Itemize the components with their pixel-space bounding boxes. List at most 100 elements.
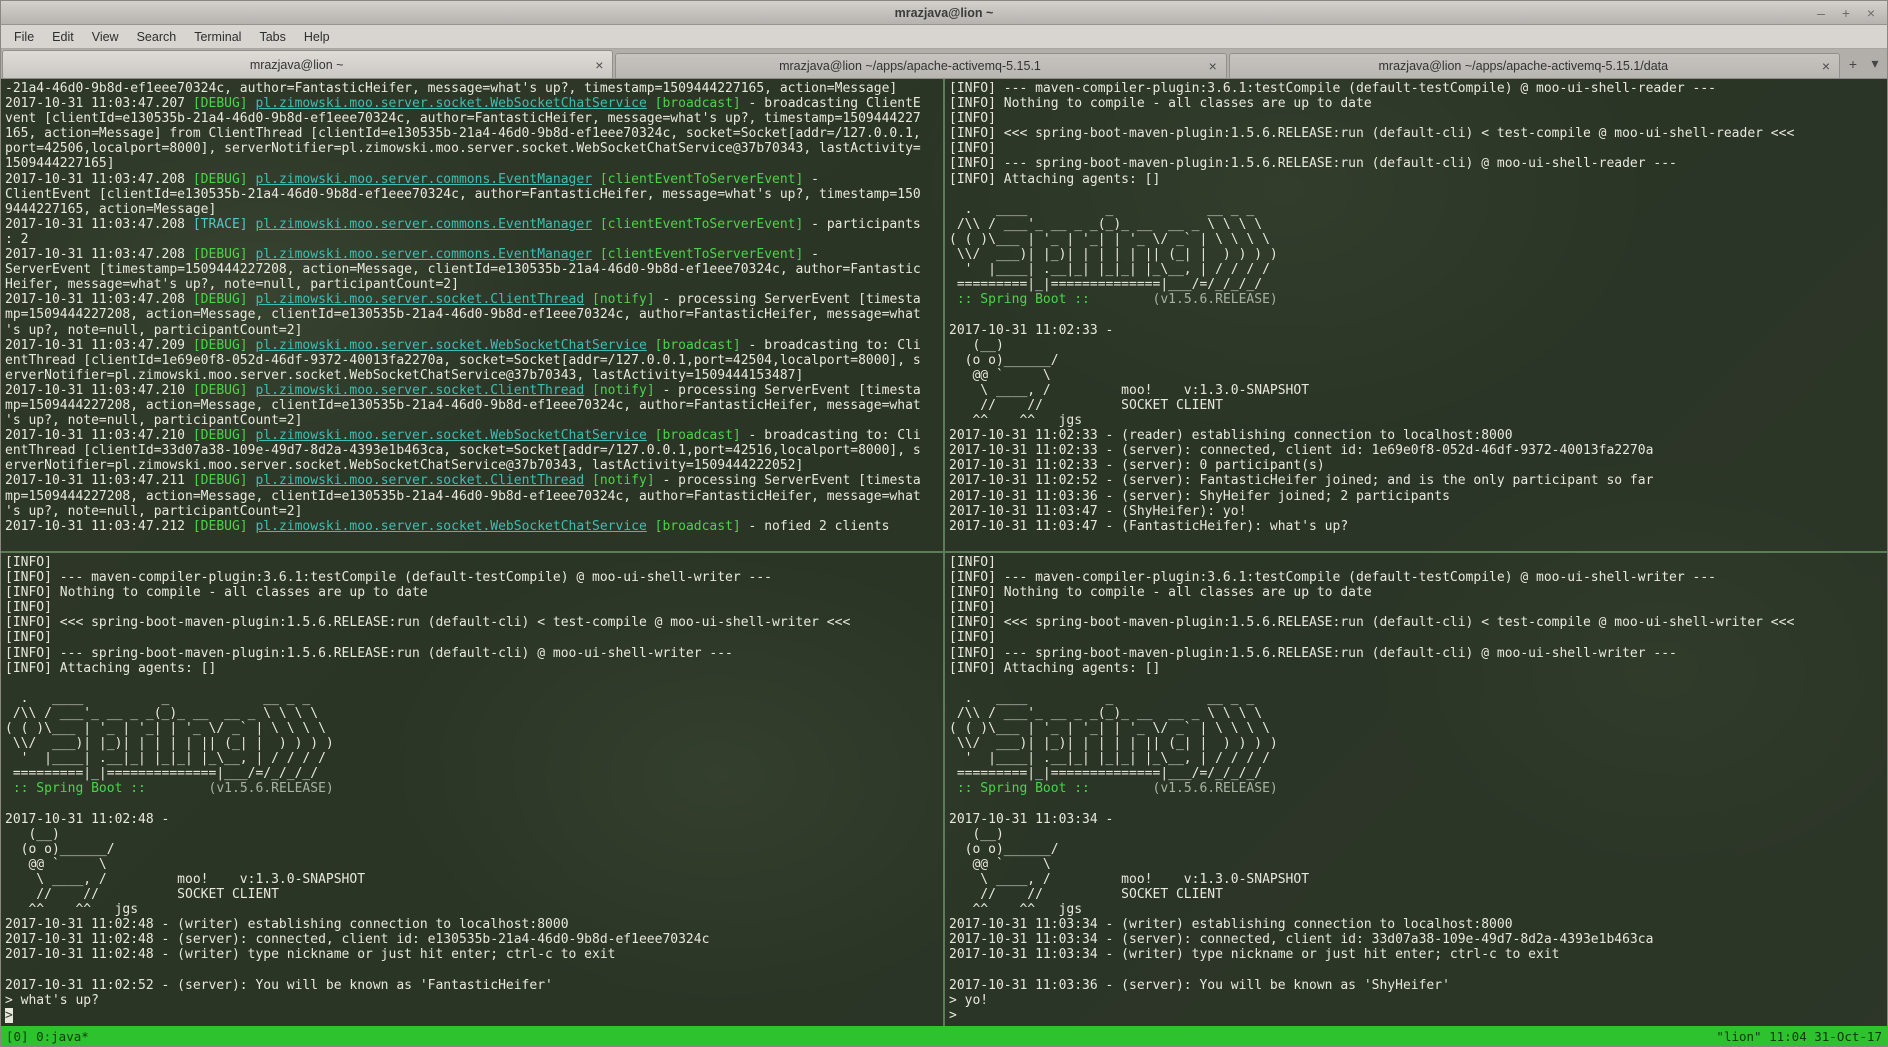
- menu-item-view[interactable]: View: [83, 27, 128, 47]
- minimize-button[interactable]: –: [1811, 4, 1831, 22]
- terminal-line: (o o)______/: [5, 842, 939, 857]
- terminal-line: [INFO] --- maven-compiler-plugin:3.6.1:t…: [5, 570, 939, 585]
- terminal-line: \\/ ___)| |_)| | | | | || (_| | ) ) ) ): [949, 247, 1883, 262]
- menu-item-search[interactable]: Search: [128, 27, 186, 47]
- pane-top-right[interactable]: [INFO] --- maven-compiler-plugin:3.6.1:t…: [945, 79, 1887, 551]
- terminal-line: \ ____, / moo! v:1.3.0-SNAPSHOT: [5, 872, 939, 887]
- terminal-line: [INFO] Attaching agents: []: [949, 172, 1883, 187]
- window-controls: – + ×: [1811, 1, 1881, 24]
- terminal-line: mp=1509444227208, action=Message, client…: [5, 307, 939, 322]
- terminal-line: erverNotifier=pl.zimowski.moo.server.soc…: [5, 458, 939, 473]
- terminal-line: [INFO] Nothing to compile - all classes …: [949, 585, 1883, 600]
- maximize-button[interactable]: +: [1836, 4, 1856, 22]
- terminal-line: ^^ ^^ jgs: [5, 902, 939, 917]
- tab-bar-actions: + ▾: [1841, 49, 1887, 78]
- terminal-line: @@ ` \: [949, 368, 1883, 383]
- terminal-line: (o o)______/: [949, 353, 1883, 368]
- terminal-line: ServerEvent [timestamp=1509444227208, ac…: [5, 262, 939, 277]
- terminal-line: ( ( )\___ | '_ | '_| | '_ \/ _` | \ \ \ …: [949, 232, 1883, 247]
- terminal-line: // // SOCKET CLIENT: [5, 887, 939, 902]
- terminal-line: [INFO]: [5, 555, 939, 570]
- terminal-line: Heifer, message=what's up?, note=null, p…: [5, 277, 939, 292]
- terminal-line: /\\ / ___'_ __ _ _(_)_ __ __ _ \ \ \ \: [949, 217, 1883, 232]
- terminal-line: 2017-10-31 11:02:52 - (server): Fantasti…: [949, 473, 1883, 488]
- terminal-line: 2017-10-31 11:02:48 - (writer) type nick…: [5, 947, 939, 962]
- terminal-line: 2017-10-31 11:02:33 - (reader) establish…: [949, 428, 1883, 443]
- terminal-line: [INFO] --- maven-compiler-plugin:3.6.1:t…: [949, 81, 1883, 96]
- menu-item-terminal[interactable]: Terminal: [185, 27, 250, 47]
- tab-close-icon[interactable]: ×: [1204, 57, 1222, 75]
- terminal-line: \ ____, / moo! v:1.3.0-SNAPSHOT: [949, 872, 1883, 887]
- terminal-line: . ____ _ __ _ _: [5, 691, 939, 706]
- tab-3[interactable]: mrazjava@lion ~/apps/apache-activemq-5.1…: [1229, 53, 1840, 78]
- terminal-line: 2017-10-31 11:03:47.207 [DEBUG] pl.zimow…: [5, 96, 939, 111]
- terminal-line: 2017-10-31 11:03:34 - (writer) establish…: [949, 917, 1883, 932]
- terminal-line: 2017-10-31 11:03:34 - (server): connecte…: [949, 932, 1883, 947]
- terminal-line: [949, 963, 1883, 978]
- tab-list-button[interactable]: ▾: [1865, 54, 1885, 74]
- terminal-line: >: [5, 1008, 939, 1023]
- terminal-line: [949, 676, 1883, 691]
- tab-label: mrazjava@lion ~/apps/apache-activemq-5.1…: [1230, 59, 1817, 73]
- tmux-session-window-info: [0] 0:java*: [6, 1029, 89, 1044]
- pane-bottom-left[interactable]: [INFO][INFO] --- maven-compiler-plugin:3…: [1, 553, 943, 1026]
- tab-2[interactable]: mrazjava@lion ~/apps/apache-activemq-5.1…: [615, 53, 1226, 78]
- terminal-line: [5, 676, 939, 691]
- terminal-line: 2017-10-31 11:03:47.212 [DEBUG] pl.zimow…: [5, 519, 939, 534]
- terminal-line: : 2: [5, 232, 939, 247]
- terminal-line: [INFO] Nothing to compile - all classes …: [5, 585, 939, 600]
- close-button[interactable]: ×: [1861, 4, 1881, 22]
- menu-item-tabs[interactable]: Tabs: [250, 27, 294, 47]
- terminal-line: ^^ ^^ jgs: [949, 902, 1883, 917]
- terminal-line: /\\ / ___'_ __ _ _(_)_ __ __ _ \ \ \ \: [949, 706, 1883, 721]
- terminal-line: :: Spring Boot :: (v1.5.6.RELEASE): [949, 781, 1883, 796]
- terminal-line: :: Spring Boot :: (v1.5.6.RELEASE): [949, 292, 1883, 307]
- new-tab-button[interactable]: +: [1843, 54, 1863, 74]
- terminal-line: ^^ ^^ jgs: [949, 413, 1883, 428]
- terminal-line: 's up?, note=null, participantCount=2]: [5, 323, 939, 338]
- terminal-line: (__): [5, 827, 939, 842]
- menu-bar: FileEditViewSearchTerminalTabsHelp: [1, 25, 1887, 49]
- terminal-line: port=42506,localport=8000], serverNotifi…: [5, 141, 939, 156]
- terminal-line: \\/ ___)| |_)| | | | | || (_| | ) ) ) ): [5, 736, 939, 751]
- tab-close-icon[interactable]: ×: [590, 56, 608, 74]
- tab-1[interactable]: mrazjava@lion ~×: [2, 50, 613, 78]
- terminal-line: 2017-10-31 11:03:47.208 [DEBUG] pl.zimow…: [5, 247, 939, 262]
- terminal-line: // // SOCKET CLIENT: [949, 887, 1883, 902]
- terminal-line: (o o)______/: [949, 842, 1883, 857]
- tab-close-icon[interactable]: ×: [1817, 57, 1835, 75]
- terminal-line: :: Spring Boot :: (v1.5.6.RELEASE): [5, 781, 939, 796]
- terminal-line: [INFO]: [5, 600, 939, 615]
- terminal-line: 2017-10-31 11:02:48 - (server): connecte…: [5, 932, 939, 947]
- terminal-line: ( ( )\___ | '_ | '_| | '_ \/ _` | \ \ \ …: [949, 721, 1883, 736]
- terminal-line: 2017-10-31 11:03:47.208 [TRACE] pl.zimow…: [5, 217, 939, 232]
- terminal-line: 2017-10-31 11:02:33 -: [949, 323, 1883, 338]
- terminal-line: \\/ ___)| |_)| | | | | || (_| | ) ) ) ): [949, 736, 1883, 751]
- tab-label: mrazjava@lion ~/apps/apache-activemq-5.1…: [616, 59, 1203, 73]
- terminal-line: [5, 963, 939, 978]
- terminal-line: [INFO] <<< spring-boot-maven-plugin:1.5.…: [949, 615, 1883, 630]
- terminal-line: \ ____, / moo! v:1.3.0-SNAPSHOT: [949, 383, 1883, 398]
- window-titlebar[interactable]: mrazjava@lion ~ – + ×: [1, 1, 1887, 25]
- tmux-host-clock: "lion" 11:04 31-Oct-17: [1716, 1029, 1882, 1044]
- terminal-line: mp=1509444227208, action=Message, client…: [5, 489, 939, 504]
- terminal-line: 2017-10-31 11:02:52 - (server): You will…: [5, 978, 939, 993]
- menu-item-file[interactable]: File: [5, 27, 43, 47]
- pane-bottom-right[interactable]: [INFO][INFO] --- maven-compiler-plugin:3…: [945, 553, 1887, 1026]
- terminal-line: 9444227165, action=Message]: [5, 202, 939, 217]
- terminal-line: 2017-10-31 11:03:34 - (writer) type nick…: [949, 947, 1883, 962]
- tab-strip: mrazjava@lion ~×mrazjava@lion ~/apps/apa…: [1, 49, 1841, 78]
- terminal-line: [5, 797, 939, 812]
- terminal-line: 2017-10-31 11:03:47.208 [DEBUG] pl.zimow…: [5, 292, 939, 307]
- pane-top-left[interactable]: -21a4-46d0-9b8d-ef1eee70324c, author=Fan…: [1, 79, 943, 551]
- terminal-line: [INFO]: [949, 141, 1883, 156]
- menu-item-help[interactable]: Help: [295, 27, 339, 47]
- terminal-line: entThread [clientId=1e69e0f8-052d-46df-9…: [5, 353, 939, 368]
- terminal-line: =========|_|==============|___/=/_/_/_/: [949, 766, 1883, 781]
- terminal-line: [INFO] --- spring-boot-maven-plugin:1.5.…: [949, 646, 1883, 661]
- terminal-line: vent [clientId=e130535b-21a4-46d0-9b8d-e…: [5, 111, 939, 126]
- menu-item-edit[interactable]: Edit: [43, 27, 83, 47]
- terminal-line: // // SOCKET CLIENT: [949, 398, 1883, 413]
- terminal-window: mrazjava@lion ~ – + × FileEditViewSearch…: [0, 0, 1888, 1047]
- terminal-line: 165, action=Message] from ClientThread […: [5, 126, 939, 141]
